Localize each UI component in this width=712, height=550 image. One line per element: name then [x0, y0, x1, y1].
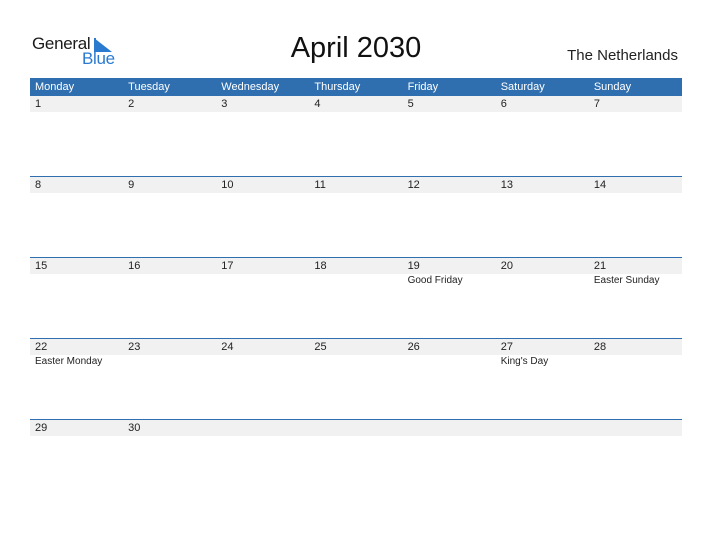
holiday-label	[216, 193, 309, 209]
holiday-label	[30, 274, 123, 290]
weekday-sunday: Sunday	[593, 81, 632, 93]
country-label: The Netherlands	[567, 47, 678, 64]
holiday-label	[123, 436, 216, 452]
week-row: 8 9 10 11 12 13 14	[30, 176, 682, 209]
holiday-label	[30, 112, 123, 128]
day-number: 30	[128, 422, 141, 434]
day-number: 24	[221, 341, 234, 353]
holiday-label	[309, 193, 402, 209]
weekday-monday: Monday	[35, 81, 75, 93]
day-number: 27	[500, 341, 513, 353]
day-number-row: 22 23 24 25 26 27 28	[30, 339, 682, 355]
day-number-row: 1 2 3 4 5 6 7	[30, 96, 682, 112]
holiday-label	[309, 355, 402, 371]
holiday-label	[496, 274, 589, 290]
event-row: Easter Monday King's Day	[30, 355, 682, 371]
event-row	[30, 436, 682, 452]
holiday-label	[403, 436, 496, 452]
holiday-label	[403, 355, 496, 371]
weekday-friday: Friday	[407, 81, 439, 93]
holiday-label	[123, 112, 216, 128]
holiday-label	[309, 436, 402, 452]
weekday-tuesday: Tuesday	[128, 81, 170, 93]
event-row	[30, 193, 682, 209]
day-number	[216, 420, 309, 436]
day-number: 10	[221, 179, 234, 191]
day-number: 23	[128, 341, 141, 353]
day-number: 17	[221, 260, 234, 272]
day-number: 5	[407, 98, 414, 110]
event-row	[30, 112, 682, 128]
holiday-label	[123, 274, 216, 290]
day-number	[589, 420, 682, 436]
day-number: 1	[35, 98, 42, 110]
day-number: 22	[35, 341, 48, 353]
day-number: 29	[35, 422, 48, 434]
holiday-label	[496, 193, 589, 209]
day-number: 11	[314, 179, 326, 191]
holiday-label	[216, 355, 309, 371]
holiday-label	[30, 436, 123, 452]
holiday-label	[496, 112, 589, 128]
holiday-label	[309, 274, 402, 290]
day-number: 6	[500, 98, 507, 110]
day-number: 12	[407, 179, 420, 191]
day-number: 19	[407, 260, 420, 272]
day-number: 26	[407, 341, 420, 353]
weekday-saturday: Saturday	[500, 81, 545, 93]
holiday-label	[589, 193, 682, 209]
holiday-label	[123, 355, 216, 371]
day-number: 7	[593, 98, 600, 110]
day-number-row: 29 30	[30, 420, 682, 436]
holiday-label: Good Friday	[407, 275, 463, 286]
day-number: 9	[128, 179, 135, 191]
day-number	[309, 420, 402, 436]
holiday-label: Easter Sunday	[593, 275, 660, 286]
holiday-label	[30, 193, 123, 209]
day-number	[496, 420, 589, 436]
holiday-label	[589, 355, 682, 371]
day-number-row: 8 9 10 11 12 13 14	[30, 177, 682, 193]
day-number: 25	[314, 341, 327, 353]
day-number: 18	[314, 260, 327, 272]
day-number: 8	[35, 179, 42, 191]
day-number-row: 15 16 17 18 19 20 21	[30, 258, 682, 274]
week-row: 29 30	[30, 419, 682, 452]
holiday-label	[496, 436, 589, 452]
week-row: 15 16 17 18 19 20 21 Good Friday Easter Sunday	[30, 257, 682, 290]
weekday-wednesday: Wednesday	[221, 81, 280, 93]
weekday-thursday: Thursday	[314, 81, 361, 93]
holiday-label	[403, 193, 496, 209]
holiday-label: Easter Monday	[35, 356, 103, 367]
holiday-label: King's Day	[500, 356, 549, 367]
day-number: 3	[221, 98, 228, 110]
holiday-label	[216, 112, 309, 128]
day-number: 15	[35, 260, 48, 272]
day-number: 28	[593, 341, 607, 353]
holiday-label	[123, 193, 216, 209]
week-row: 22 23 24 25 26 27 28 Easter Monday King's Day	[30, 338, 682, 371]
day-number: 14	[593, 179, 607, 191]
day-number: 13	[500, 179, 513, 191]
day-number: 2	[128, 98, 135, 110]
holiday-label	[309, 112, 402, 128]
day-number	[403, 420, 496, 436]
holiday-label	[216, 274, 309, 290]
holiday-label	[403, 112, 496, 128]
holiday-label	[216, 436, 309, 452]
day-number: 4	[314, 98, 321, 110]
day-number: 20	[500, 260, 513, 272]
holiday-label	[589, 112, 682, 128]
week-row: 1 2 3 4 5 6 7	[30, 96, 682, 128]
day-number: 16	[128, 260, 141, 272]
holiday-label	[589, 436, 682, 452]
event-row: Good Friday Easter Sunday	[30, 274, 682, 290]
weekday-header: Monday Tuesday Wednesday Thursday Friday…	[30, 78, 682, 96]
day-number: 21	[593, 260, 607, 272]
